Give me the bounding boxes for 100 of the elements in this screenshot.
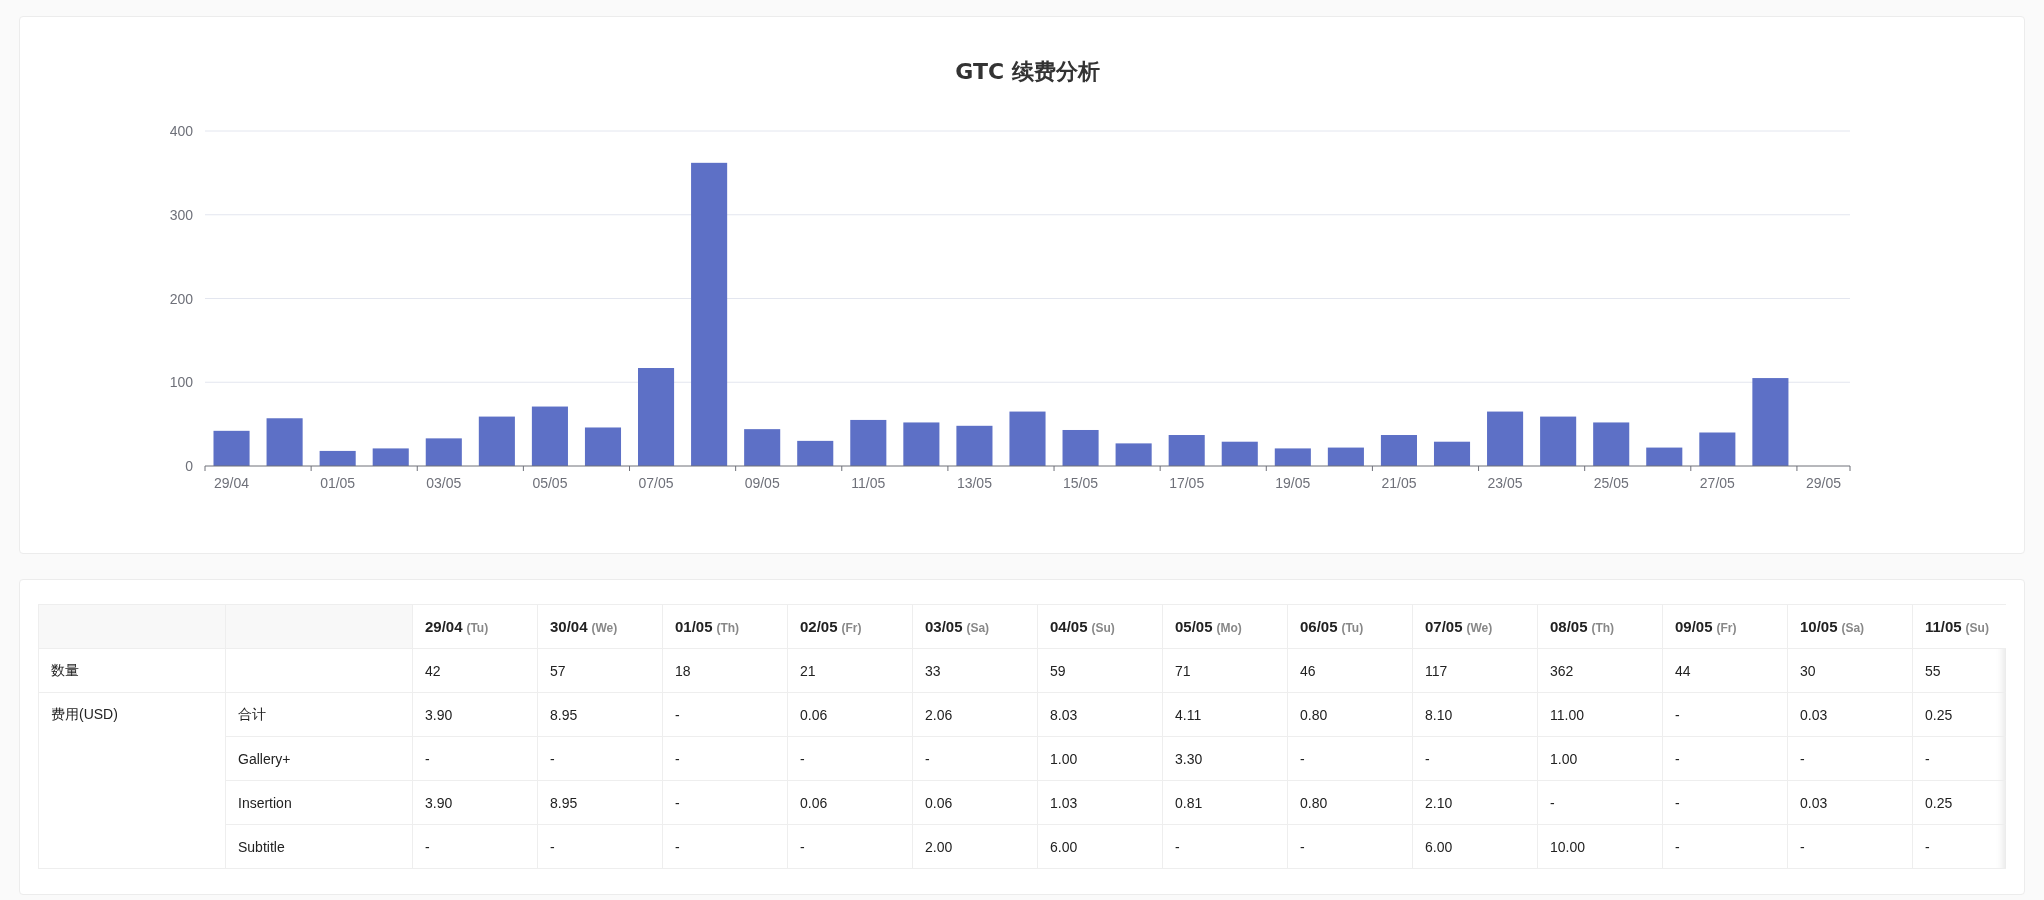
column-date: 02/05 xyxy=(800,618,838,635)
table-cell: 6.00 xyxy=(1050,838,1078,855)
table-cell: 0.03 xyxy=(1800,706,1828,723)
table-cell: - xyxy=(425,750,430,767)
table-cell: 57 xyxy=(550,662,566,679)
column-date: 06/05 xyxy=(1300,618,1338,635)
column-date: 04/05 xyxy=(1050,618,1088,635)
table-cell: - xyxy=(1675,706,1680,723)
bar xyxy=(266,418,303,466)
row-sublabel: Gallery+ xyxy=(238,750,291,767)
row-sublabel: Subtitle xyxy=(238,838,285,855)
column-date: 07/05 xyxy=(1425,618,1463,635)
bar xyxy=(850,419,887,466)
table-cell: 4.11 xyxy=(1175,706,1202,723)
table-cell: 0.03 xyxy=(1800,794,1828,811)
bar xyxy=(478,416,515,466)
bar xyxy=(584,427,622,466)
bar xyxy=(1380,435,1417,466)
y-axis-label: 0 xyxy=(185,458,193,474)
table-cell: 6.00 xyxy=(1425,838,1453,855)
bar xyxy=(1433,441,1471,466)
table-cell: - xyxy=(1675,750,1680,767)
table-cell: 44 xyxy=(1675,662,1691,679)
column-date: 05/05 xyxy=(1175,618,1213,635)
table-cell: 0.80 xyxy=(1300,706,1328,723)
table-cell: 1.00 xyxy=(1550,750,1578,767)
table-cell: 2.00 xyxy=(925,838,953,855)
table-cell: - xyxy=(925,750,930,767)
row-label: 费用(USD) xyxy=(51,706,118,722)
x-axis-label: 15/05 xyxy=(1063,475,1099,491)
bar xyxy=(1009,411,1046,466)
bar xyxy=(531,406,568,466)
bar xyxy=(1699,432,1736,466)
table-cell: - xyxy=(1925,750,1930,767)
table-cell: - xyxy=(1175,838,1180,855)
x-axis-label: 29/05 xyxy=(1805,475,1841,491)
bar xyxy=(1221,441,1258,466)
row-sublabel: 合计 xyxy=(238,705,266,722)
table-cell: 18 xyxy=(675,662,691,679)
table-cell: 33 xyxy=(925,662,941,679)
table-cell: - xyxy=(1300,750,1305,767)
table-cell: 59 xyxy=(1050,662,1066,679)
table-cell: - xyxy=(1800,838,1805,855)
column-weekday: (We) xyxy=(591,621,618,635)
column-weekday: (Mo) xyxy=(1216,621,1242,635)
table-cell: 0.25 xyxy=(1925,794,1953,811)
chart-title: GTC 续费分析 xyxy=(955,59,1100,84)
table-cell: - xyxy=(1675,838,1680,855)
table-cell: - xyxy=(800,750,805,767)
column-weekday: (Th) xyxy=(1591,621,1615,635)
column-weekday: (Su) xyxy=(1965,621,1989,635)
x-axis-label: 27/05 xyxy=(1699,475,1735,491)
column-weekday: (Th) xyxy=(716,621,740,635)
table-cell: - xyxy=(425,838,430,855)
bar xyxy=(1274,448,1311,466)
x-axis-label: 13/05 xyxy=(956,475,992,491)
table-cell: - xyxy=(675,794,680,811)
bar xyxy=(797,440,834,466)
column-weekday: (Fr) xyxy=(1716,621,1737,635)
x-axis-label: 29/04 xyxy=(214,475,250,491)
table-cell: 0.06 xyxy=(800,706,828,723)
column-date: 03/05 xyxy=(925,618,963,635)
table-cell: 11.00 xyxy=(1550,706,1584,723)
column-date: 11/05 xyxy=(1925,618,1962,635)
x-axis-label: 19/05 xyxy=(1275,475,1311,491)
table-cell: 10.00 xyxy=(1550,838,1586,855)
table-cell: 0.06 xyxy=(925,794,953,811)
table-cell: 8.95 xyxy=(550,794,578,811)
column-date: 08/05 xyxy=(1550,618,1588,635)
table-cell: 30 xyxy=(1800,662,1816,679)
table-cell: 8.10 xyxy=(1425,706,1453,723)
x-axis-label: 05/05 xyxy=(532,475,568,491)
bar xyxy=(319,450,356,466)
table-cell: - xyxy=(675,838,680,855)
table-cell: - xyxy=(1675,794,1680,811)
table-cell: 0.80 xyxy=(1300,794,1328,811)
table-cell: - xyxy=(1300,838,1305,855)
x-axis-label: 11/05 xyxy=(851,475,886,491)
table-cell: - xyxy=(1800,750,1805,767)
table-cell: - xyxy=(550,838,555,855)
x-axis-label: 25/05 xyxy=(1593,475,1629,491)
column-date: 10/05 xyxy=(1800,618,1838,635)
bar xyxy=(903,422,940,466)
column-weekday: (Tu) xyxy=(466,621,489,635)
column-weekday: (We) xyxy=(1466,621,1493,635)
table-cell: 55 xyxy=(1925,662,1941,679)
x-axis-label: 17/05 xyxy=(1169,475,1205,491)
bar xyxy=(1487,411,1524,466)
column-date: 29/04 xyxy=(425,618,463,635)
column-weekday: (Su) xyxy=(1091,621,1115,635)
y-axis-label: 100 xyxy=(169,374,193,391)
bar xyxy=(1115,443,1152,466)
table-cell: 2.06 xyxy=(925,706,953,723)
x-axis-label: 07/05 xyxy=(638,475,674,491)
table-cell: 71 xyxy=(1175,662,1191,679)
x-axis-label: 21/05 xyxy=(1381,475,1417,491)
table-cell: 1.03 xyxy=(1050,794,1078,811)
table-cell: 8.03 xyxy=(1050,706,1078,723)
bar xyxy=(425,438,462,466)
table-cell: - xyxy=(800,838,805,855)
